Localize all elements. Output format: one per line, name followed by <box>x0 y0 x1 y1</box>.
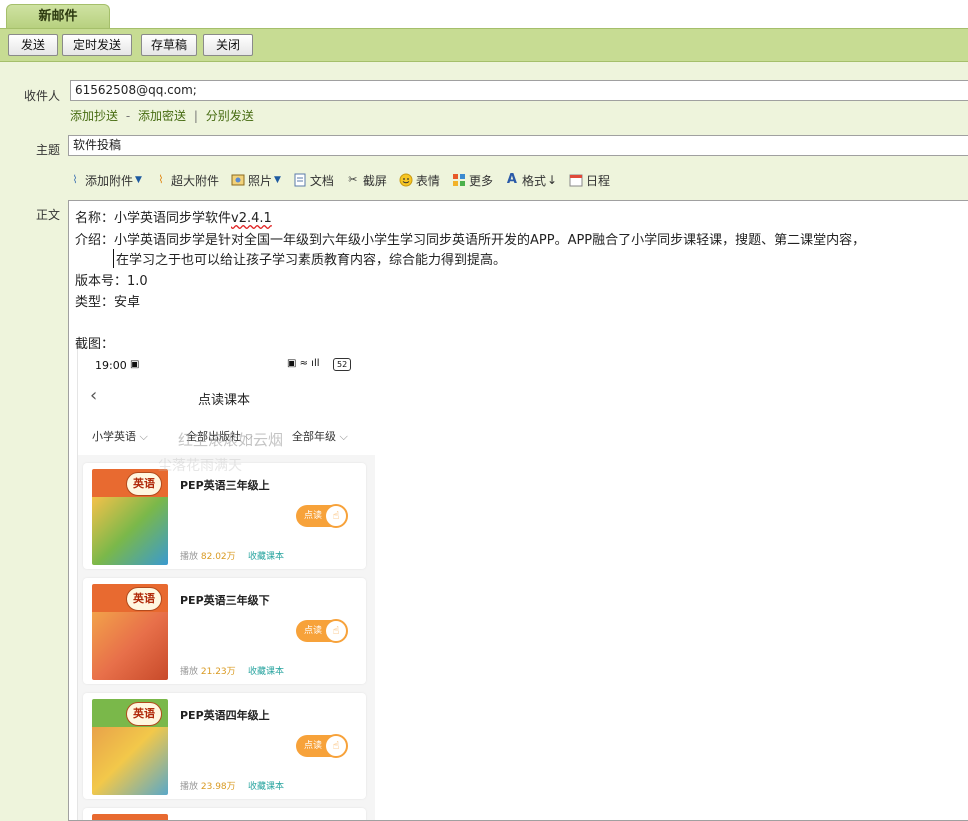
more-label: 更多 <box>468 173 493 188</box>
grid-icon <box>452 173 466 187</box>
save-draft-button[interactable]: 存草稿 <box>141 34 197 56</box>
type-line: 类型：安卓 <box>75 295 141 310</box>
format-button[interactable]: A 格式 ↓ <box>505 172 557 189</box>
emoji-button[interactable]: 表情 <box>399 172 440 189</box>
filter-grade[interactable]: 全部年级 ⌵ <box>292 428 348 444</box>
name-text: 名称：小学英语同步学软件 <box>75 211 232 226</box>
photo-icon <box>231 173 245 187</box>
separator-pipe: | <box>193 109 198 123</box>
tab-new-mail[interactable]: 新邮件 <box>6 4 110 29</box>
read-aloud-button[interactable]: 点读 ☝ <box>296 504 348 528</box>
intro-line-1: 介绍：小学英语同步学是针对全国一年级到六年级小学生学习同步英语所开发的APP。A… <box>75 233 866 248</box>
screenshot-label: 截屏 <box>362 173 387 188</box>
signal-icons: ▣ ≈ ıll <box>287 358 320 369</box>
recipient-links: 添加抄送 - 添加密送 | 分别发送 <box>70 107 254 124</box>
more-button[interactable]: 更多 <box>452 172 493 189</box>
font-a-icon: A <box>506 172 517 187</box>
book-cover: 英语 <box>92 584 168 680</box>
cover-title: 英语 <box>126 702 162 726</box>
watermark-text: 红尘滚滚如云烟 <box>178 431 284 449</box>
to-field[interactable]: 61562508@qq.com; <box>70 80 968 101</box>
book-cover: 英语 <box>92 469 168 565</box>
status-time: 19:00 <box>95 359 127 372</box>
book-title: PEP英语三年级下 <box>180 594 270 607</box>
paperclip-icon: ⌇ <box>72 173 78 186</box>
favorite-book-link[interactable]: 收藏课本 <box>248 549 284 562</box>
big-attach-button[interactable]: ⌇ 超大附件 <box>154 172 219 189</box>
read-aloud-button[interactable]: 点读 ☝ <box>296 734 348 758</box>
subject-label: 主题 <box>35 143 60 157</box>
calendar-icon <box>569 173 583 187</box>
book-title: PEP英语三年级上 <box>180 479 270 492</box>
subject-field[interactable]: 软件投稿 <box>68 135 968 156</box>
filter-subject[interactable]: 小学英语 ⌵ <box>92 428 148 444</box>
nav-title: 点读课本 <box>198 393 251 408</box>
close-button[interactable]: 关闭 <box>203 34 253 56</box>
schedule-label: 日程 <box>586 173 611 188</box>
watermark-text: 尘落花雨满天 <box>158 458 242 474</box>
attach-label: 添加附件 <box>85 173 134 188</box>
scheduled-send-button[interactable]: 定时发送 <box>62 34 132 56</box>
chevron-down-icon: ⌵ <box>339 430 348 443</box>
add-cc-link[interactable]: 添加抄送 <box>70 109 118 123</box>
photo-label: 照片 <box>247 173 272 188</box>
read-aloud-button[interactable]: 点读 ☝ <box>296 619 348 643</box>
app-screenshot: 19:00 ▣ ▣ ≈ ıll 52 ‹ 点读课本 小学英语 ⌵ 全部出版社 ⌵… <box>77 349 375 820</box>
emoji-label: 表情 <box>415 173 440 188</box>
chevron-down-icon[interactable]: ▼ <box>135 175 142 185</box>
book-card[interactable]: 英语 PEP英语三年级下 点读 ☝ 播放 21.23万 收藏课本 <box>83 578 366 684</box>
photo-button[interactable]: 照片 ▼ <box>231 172 281 189</box>
version-line: 版本号：1.0 <box>75 274 148 289</box>
intro-line-2: 在学习之于也可以给让孩子学习素质教育内容，综合能力得到提高。 <box>113 249 506 268</box>
book-title: PEP英语四年级上 <box>180 709 270 722</box>
cover-title: 英语 <box>126 587 162 611</box>
scissors-icon: ✂ <box>348 173 358 186</box>
chevron-down-icon: ⌵ <box>139 430 148 443</box>
back-arrow-icon[interactable]: ‹ <box>90 385 97 406</box>
play-count: 播放 21.23万 <box>180 667 236 677</box>
format-arrow-icon: ↓ <box>546 173 558 187</box>
book-card[interactable]: 英语 PEP英语四年级上 点读 ☝ 播放 23.98万 收藏课本 <box>83 693 366 799</box>
chevron-down-icon[interactable]: ▼ <box>274 175 281 185</box>
big-attach-label: 超大附件 <box>170 173 219 188</box>
play-count: 播放 82.02万 <box>180 552 236 562</box>
finger-tap-icon: ☝ <box>324 619 348 643</box>
finger-tap-icon: ☝ <box>324 504 348 528</box>
format-label: 格式 <box>521 173 546 188</box>
book-cover: 英语 <box>92 699 168 795</box>
book-card[interactable] <box>83 808 366 820</box>
body-editor[interactable]: 名称：小学英语同步学软件v2.4.1 介绍：小学英语同步学是针对全国一年级到六年… <box>68 200 968 821</box>
play-count: 播放 23.98万 <box>180 782 236 792</box>
body-label: 正文 <box>35 208 60 222</box>
smiley-icon <box>399 173 413 187</box>
favorite-book-link[interactable]: 收藏课本 <box>248 779 284 792</box>
document-icon <box>293 173 307 187</box>
doc-label: 文档 <box>309 173 334 188</box>
name-line: 名称：小学英语同步学软件v2.4.1 <box>75 207 272 226</box>
battery-icon: 52 <box>333 358 352 371</box>
compose-toolbar: 发送 定时发送 存草稿 关闭 <box>0 28 968 62</box>
app-nav-bar: ‹ 点读课本 <box>78 379 375 415</box>
book-card[interactable]: 英语 PEP英语三年级上 点读 ☝ 播放 82.02万 收藏课本 <box>83 463 366 569</box>
to-label: 收件人 <box>23 89 60 103</box>
editor-toolbar: ⌇ 添加附件 ▼ ⌇ 超大附件 照片 ▼ 文档 ✂ 截屏 表情 更多 A 格式 … <box>68 170 622 190</box>
schedule-button[interactable]: 日程 <box>569 172 610 189</box>
doc-button[interactable]: 文档 <box>293 172 334 189</box>
status-bar: 19:00 ▣ ▣ ≈ ıll 52 <box>78 349 375 379</box>
notification-icon: ▣ <box>130 359 140 370</box>
favorite-book-link[interactable]: 收藏课本 <box>248 664 284 677</box>
finger-tap-icon: ☝ <box>324 734 348 758</box>
separator-dash: - <box>125 109 131 123</box>
cover-title: 英语 <box>126 472 162 496</box>
attach-button[interactable]: ⌇ 添加附件 ▼ <box>68 172 142 189</box>
add-bcc-link[interactable]: 添加密送 <box>138 109 186 123</box>
screenshot-button[interactable]: ✂ 截屏 <box>346 172 387 189</box>
tab-strip: 新邮件 <box>0 0 968 29</box>
separate-send-link[interactable]: 分别发送 <box>206 109 254 123</box>
big-attach-icon: ⌇ <box>158 173 164 186</box>
name-version: v2.4.1 <box>231 211 272 226</box>
book-cover <box>92 814 168 820</box>
send-button[interactable]: 发送 <box>8 34 58 56</box>
